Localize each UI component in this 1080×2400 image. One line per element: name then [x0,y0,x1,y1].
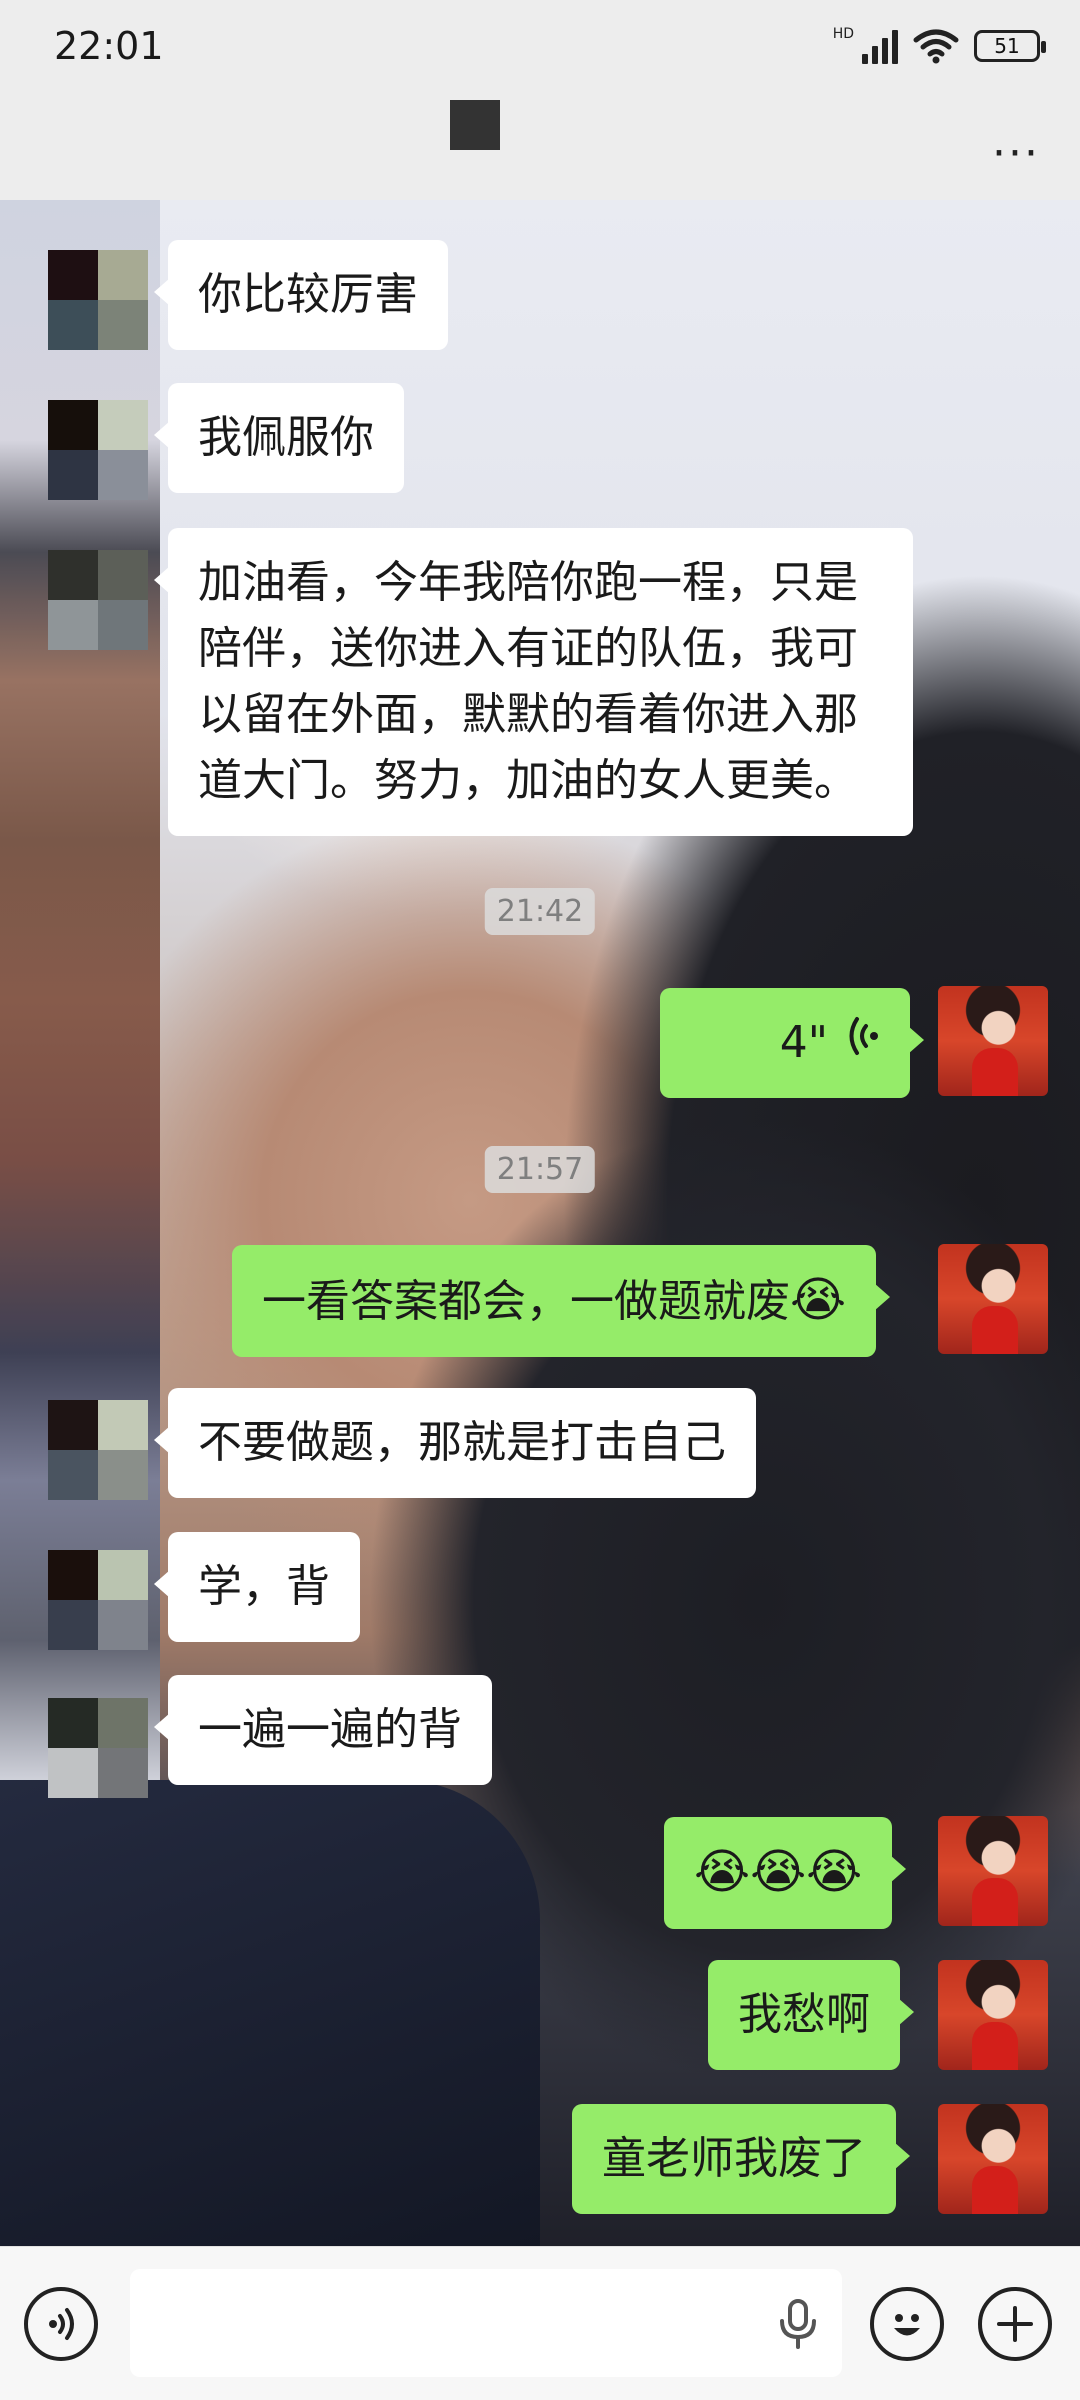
more-icon[interactable]: ··· [992,132,1040,176]
avatar[interactable] [938,986,1048,1096]
microphone-icon[interactable] [776,2299,820,2349]
message-bubble[interactable]: 加油看，今年我陪你跑一程，只是陪伴，送你进入有证的队伍，我可以留在外面，默默的看… [154,528,913,836]
signal-icon [862,28,898,64]
emoji-button[interactable] [870,2287,944,2361]
avatar[interactable] [48,1698,148,1798]
crying-emoji-icon: 😭 [790,1272,847,1328]
avatar[interactable] [48,250,148,350]
avatar[interactable] [48,550,148,650]
message-bubble[interactable]: 你比较厉害 [154,240,448,350]
message-bubble[interactable]: 我佩服你 [154,383,404,493]
input-bar [0,2246,1080,2400]
avatar[interactable] [48,1400,148,1500]
avatar[interactable] [938,1244,1048,1354]
avatar[interactable] [938,2104,1048,2214]
message-bubble[interactable]: 学，背 [154,1532,360,1642]
status-icons: HD 51 [832,26,1046,64]
emoji-icon [894,2314,920,2336]
status-time: 22:01 [54,24,164,68]
message-text: 加油看，今年我陪你跑一程，只是陪伴，送你进入有证的队伍，我可以留在外面，默默的看… [198,557,858,806]
crying-emoji-icon: 😭😭😭 [694,1844,863,1900]
message-input[interactable] [130,2269,842,2377]
avatar[interactable] [938,1960,1048,2070]
plus-button[interactable] [978,2287,1052,2361]
timestamp: 21:57 [484,1146,596,1193]
message-bubble[interactable]: 童老师我废了 [572,2104,910,2214]
voice-mode-button[interactable] [24,2287,98,2361]
wifi-icon [913,29,959,64]
voice-message-bubble[interactable]: 4" [660,988,924,1098]
avatar[interactable] [48,1550,148,1650]
message-bubble[interactable]: 😭😭😭 [664,1817,907,1929]
message-bubble[interactable]: 不要做题，那就是打击自己 [154,1388,756,1498]
voice-mode-icon [49,2308,74,2340]
message-bubble[interactable]: 一看答案都会，一做题就废😭 [232,1245,891,1357]
timestamp: 21:42 [484,888,596,935]
chat-title-redacted [450,100,500,150]
message-text: 不要做题，那就是打击自己 [198,1417,726,1468]
avatar[interactable] [48,400,148,500]
avatar[interactable] [938,1816,1048,1926]
message-text: 童老师我废了 [602,2133,866,2184]
chat-area[interactable]: 你比较厉害 我佩服你 加油看，今年我陪你跑一程，只是陪伴，送你进入有证的队伍，我… [0,200,1080,2246]
voice-wave-icon [846,1010,880,1076]
chat-header: ··· [0,96,1080,200]
plus-icon [997,2306,1033,2342]
network-type-label: HD [832,26,854,42]
status-bar: 22:01 HD 51 [0,0,1080,96]
message-text: 学，背 [198,1561,330,1612]
background-shirt [0,1780,540,2246]
message-bubble[interactable]: 我愁啊 [708,1960,914,2070]
message-text: 你比较厉害 [198,269,418,320]
message-text: 一遍一遍的背 [198,1704,462,1755]
message-text: 一看答案都会，一做题就废 [262,1276,790,1327]
battery-icon: 51 [974,30,1046,62]
message-text: 我愁啊 [738,1989,870,2040]
message-text: 我佩服你 [198,412,374,463]
voice-duration: 4" [779,1017,828,1068]
battery-level: 51 [994,34,1020,58]
message-bubble[interactable]: 一遍一遍的背 [154,1675,492,1785]
